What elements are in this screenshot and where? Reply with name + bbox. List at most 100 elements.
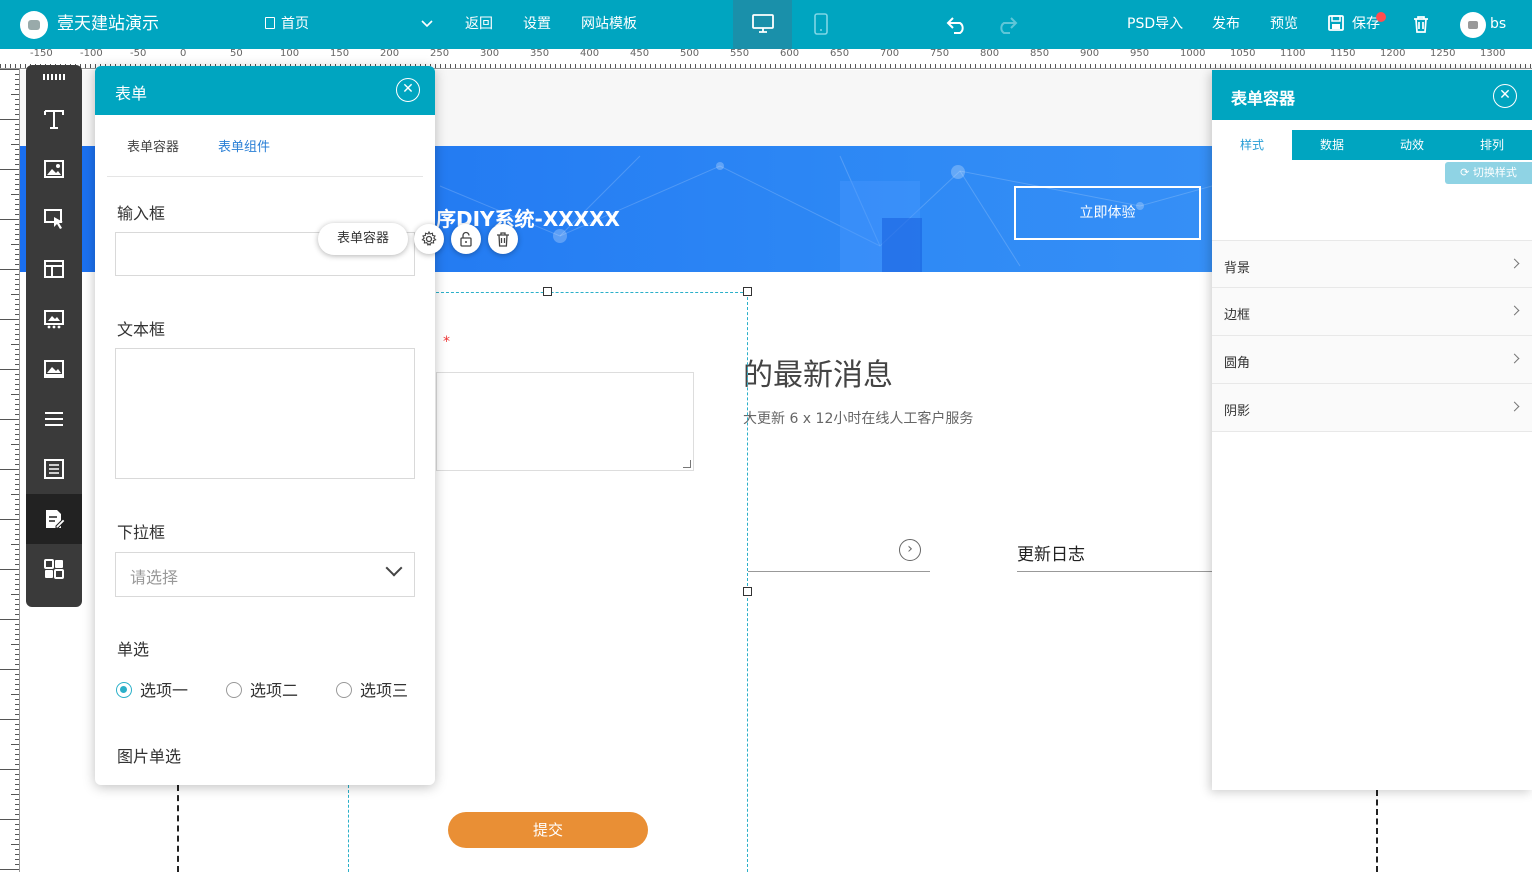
- tab-data[interactable]: 数据: [1292, 130, 1372, 160]
- ruler-tick: [895, 64, 896, 68]
- tab-form-container[interactable]: 表单容器: [127, 136, 179, 155]
- ruler-tick: [1275, 64, 1276, 68]
- ruler-tick: [1050, 64, 1051, 68]
- ruler-tick: [660, 64, 661, 68]
- resize-handle[interactable]: [743, 287, 752, 296]
- tab-style[interactable]: 样式: [1212, 130, 1292, 160]
- radio-option-1[interactable]: 选项一: [116, 677, 188, 701]
- redo-icon[interactable]: [996, 15, 1018, 35]
- ruler-tick: [1330, 64, 1331, 68]
- back-button[interactable]: 返回: [465, 0, 493, 49]
- resize-grip-icon[interactable]: [683, 460, 691, 468]
- save-button[interactable]: 保存: [1328, 0, 1380, 49]
- ruler-tick: [460, 64, 461, 68]
- news-heading: 的最新消息: [743, 358, 893, 393]
- ruler-tick: [440, 64, 441, 68]
- ruler-tick: [1510, 64, 1511, 68]
- page-selector[interactable]: 首页: [265, 0, 309, 49]
- ruler-tick: [15, 679, 19, 680]
- gallery-tool[interactable]: [26, 294, 82, 344]
- tab-form-components[interactable]: 表单组件: [218, 136, 270, 155]
- ruler-tick: [15, 589, 19, 590]
- ruler-tick: [795, 64, 796, 68]
- ruler-tick: [915, 64, 916, 68]
- psd-import-button[interactable]: PSD导入: [1127, 0, 1183, 49]
- mobile-icon: [814, 13, 828, 35]
- ruler-tick: [1345, 64, 1346, 68]
- ruler-tick: [15, 554, 19, 555]
- ruler-tick: [15, 389, 19, 390]
- banner-cta-button[interactable]: 立即体验: [1014, 186, 1201, 240]
- close-icon[interactable]: ✕: [396, 78, 420, 102]
- ruler-tick: [900, 64, 901, 68]
- ruler-tick: [15, 714, 19, 715]
- ruler-tick: [15, 179, 19, 180]
- ruler-label: 1000: [1180, 49, 1206, 59]
- ruler-tick: [1030, 64, 1031, 68]
- button-tool[interactable]: [26, 194, 82, 244]
- resize-handle[interactable]: [743, 587, 752, 596]
- input-field-label: 输入框: [117, 204, 166, 223]
- section-shadow[interactable]: 阴影: [1212, 384, 1532, 432]
- page-dropdown-chevron-icon[interactable]: [420, 0, 434, 49]
- ruler-tick: [15, 509, 19, 510]
- chevron-right-icon: [1509, 353, 1520, 364]
- radio-option-3[interactable]: 选项三: [336, 677, 408, 701]
- element-settings-button[interactable]: [414, 224, 444, 254]
- ruler-tick: [15, 514, 19, 515]
- selected-element-tag[interactable]: 表单容器: [318, 223, 408, 255]
- desktop-view-button[interactable]: [733, 0, 792, 49]
- undo-icon[interactable]: [946, 15, 968, 35]
- user-avatar[interactable]: [1460, 12, 1486, 38]
- ruler-tick: [975, 64, 976, 68]
- publish-button[interactable]: 发布: [1212, 0, 1240, 49]
- layout-tool[interactable]: [26, 244, 82, 294]
- templates-button[interactable]: 网站模板: [581, 0, 637, 49]
- section-background[interactable]: 背景: [1212, 240, 1532, 288]
- ruler-tick: [1340, 64, 1341, 68]
- ruler-tick: [525, 64, 526, 68]
- section-radius[interactable]: 圆角: [1212, 336, 1532, 384]
- select-sample[interactable]: 请选择: [115, 552, 415, 597]
- tab-animation[interactable]: 动效: [1372, 130, 1452, 160]
- ruler-tick: [1265, 64, 1266, 68]
- user-name[interactable]: bs: [1490, 0, 1506, 49]
- radio-label: 单选: [117, 640, 150, 659]
- drag-handle-icon[interactable]: [43, 74, 65, 80]
- submit-button[interactable]: 提交: [448, 812, 648, 848]
- picture-tool[interactable]: [26, 344, 82, 394]
- ruler-tick: [15, 174, 19, 175]
- ruler-tick: [1255, 64, 1256, 68]
- ruler-tick: [960, 64, 961, 68]
- update-log-link[interactable]: 更新日志: [1017, 540, 1085, 565]
- list-tool[interactable]: [26, 444, 82, 494]
- canvas-textarea[interactable]: [436, 372, 694, 471]
- ruler-tick: [450, 64, 451, 68]
- form-tool[interactable]: [26, 494, 82, 544]
- trash-icon[interactable]: [1412, 15, 1430, 34]
- radio-option-2[interactable]: 选项二: [226, 677, 298, 701]
- ruler-tick: [880, 64, 881, 68]
- close-icon[interactable]: ✕: [1493, 84, 1517, 108]
- resize-handle[interactable]: [543, 287, 552, 296]
- section-border[interactable]: 边框: [1212, 288, 1532, 336]
- ruler-tick: [1480, 64, 1481, 68]
- switch-style-button[interactable]: ⟳ 切换样式: [1445, 162, 1532, 184]
- ruler-tick: [1140, 64, 1141, 68]
- element-delete-button[interactable]: [488, 224, 518, 254]
- element-lock-button[interactable]: [451, 224, 481, 254]
- mobile-view-button[interactable]: [792, 0, 851, 49]
- ruler-tick: [680, 64, 681, 68]
- preview-button[interactable]: 预览: [1270, 0, 1298, 49]
- ruler-tick: [15, 584, 19, 585]
- image-tool[interactable]: [26, 144, 82, 194]
- circle-arrow-icon[interactable]: ›: [899, 539, 921, 561]
- textarea-sample[interactable]: [115, 348, 415, 479]
- text-tool[interactable]: [26, 94, 82, 144]
- widgets-tool[interactable]: [26, 544, 82, 594]
- settings-button[interactable]: 设置: [523, 0, 551, 49]
- text-icon: [44, 110, 64, 129]
- menu-tool[interactable]: [26, 394, 82, 444]
- tab-arrange[interactable]: 排列: [1452, 130, 1532, 160]
- ruler-tick: [15, 379, 19, 380]
